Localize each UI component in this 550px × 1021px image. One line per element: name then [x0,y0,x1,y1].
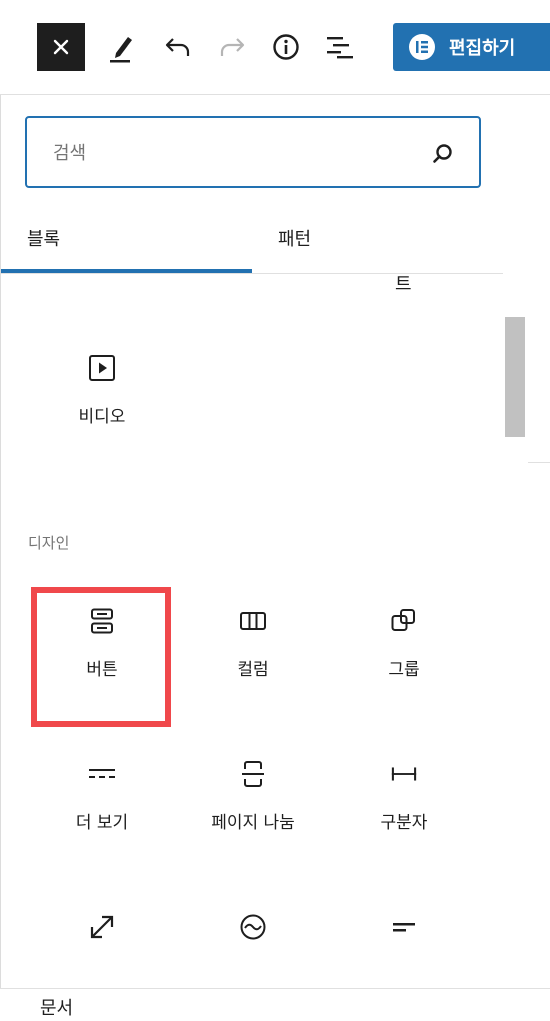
block-label: 페이지 나눔 [211,813,295,833]
search-box [25,116,481,188]
block-label: 컬럼 [237,660,269,680]
block-page-break[interactable]: 페이지 나눔 [178,728,328,868]
tab-patterns-label: 패턴 [278,229,312,250]
group-icon [390,607,418,635]
block-label: 더 보기 [75,813,129,833]
list-view-icon [327,37,353,59]
document-footer: 문서 [0,988,550,1021]
block-buttons[interactable]: 버튼 [27,575,177,715]
block-label: 비디오 [78,407,126,427]
redo-icon [220,38,245,56]
video-icon [88,354,116,382]
canvas-divider [528,462,550,463]
scrollbar[interactable] [503,95,527,988]
buttons-icon [88,607,116,635]
block-text-circle[interactable] [178,881,328,988]
block-list: 트 비디오 디자인 버튼 컬럼 그룹 더 보기 페이지 나눔 구분자 [1,274,503,988]
cut-off-block-label: 트 [395,274,412,295]
block-inserter-panel: 블록 패턴 트 비디오 디자인 [0,95,528,988]
columns-icon [239,607,267,635]
details-button[interactable] [266,27,306,67]
page-break-icon [239,760,267,788]
elementor-logo-icon [409,34,435,60]
expand-icon [88,913,116,941]
block-label: 그룹 [388,660,420,680]
block-columns[interactable]: 컬럼 [178,575,328,715]
more-icon [88,760,116,788]
scrollbar-thumb[interactable] [505,317,525,437]
edit-button-label: 편집하기 [449,38,516,59]
tab-blocks-label: 블록 [27,229,61,250]
block-group[interactable]: 그룹 [329,575,479,715]
block-video[interactable]: 비디오 [27,322,177,462]
block-label: 버튼 [86,660,118,680]
edit-with-elementor-button[interactable]: 편집하기 [393,23,550,71]
tools-button[interactable] [102,27,142,67]
editor-toolbar: 편집하기 [0,0,550,95]
block-cover-expand[interactable] [27,881,177,988]
editor-canvas-edge [528,95,550,988]
text-icon [239,913,267,941]
search-icon[interactable] [431,142,455,166]
undo-button[interactable] [158,27,198,67]
block-spacer[interactable]: 구분자 [329,728,479,868]
list-view-button[interactable] [320,27,360,67]
close-icon [53,39,69,55]
block-label: 구분자 [380,813,428,833]
inserter-tabs: 블록 패턴 [1,211,503,274]
block-line[interactable] [329,881,479,988]
footer-label[interactable]: 문서 [40,994,73,1020]
redo-button[interactable] [212,27,252,67]
tab-patterns[interactable]: 패턴 [252,211,503,273]
pencil-icon [110,37,132,63]
separator-icon [390,760,418,788]
search-input[interactable] [51,138,435,168]
close-button[interactable] [37,23,85,71]
line-icon [390,913,418,941]
section-title-design: 디자인 [28,534,70,552]
block-more[interactable]: 더 보기 [27,728,177,868]
info-icon [273,34,299,60]
tab-blocks[interactable]: 블록 [1,211,252,273]
undo-icon [165,38,190,56]
